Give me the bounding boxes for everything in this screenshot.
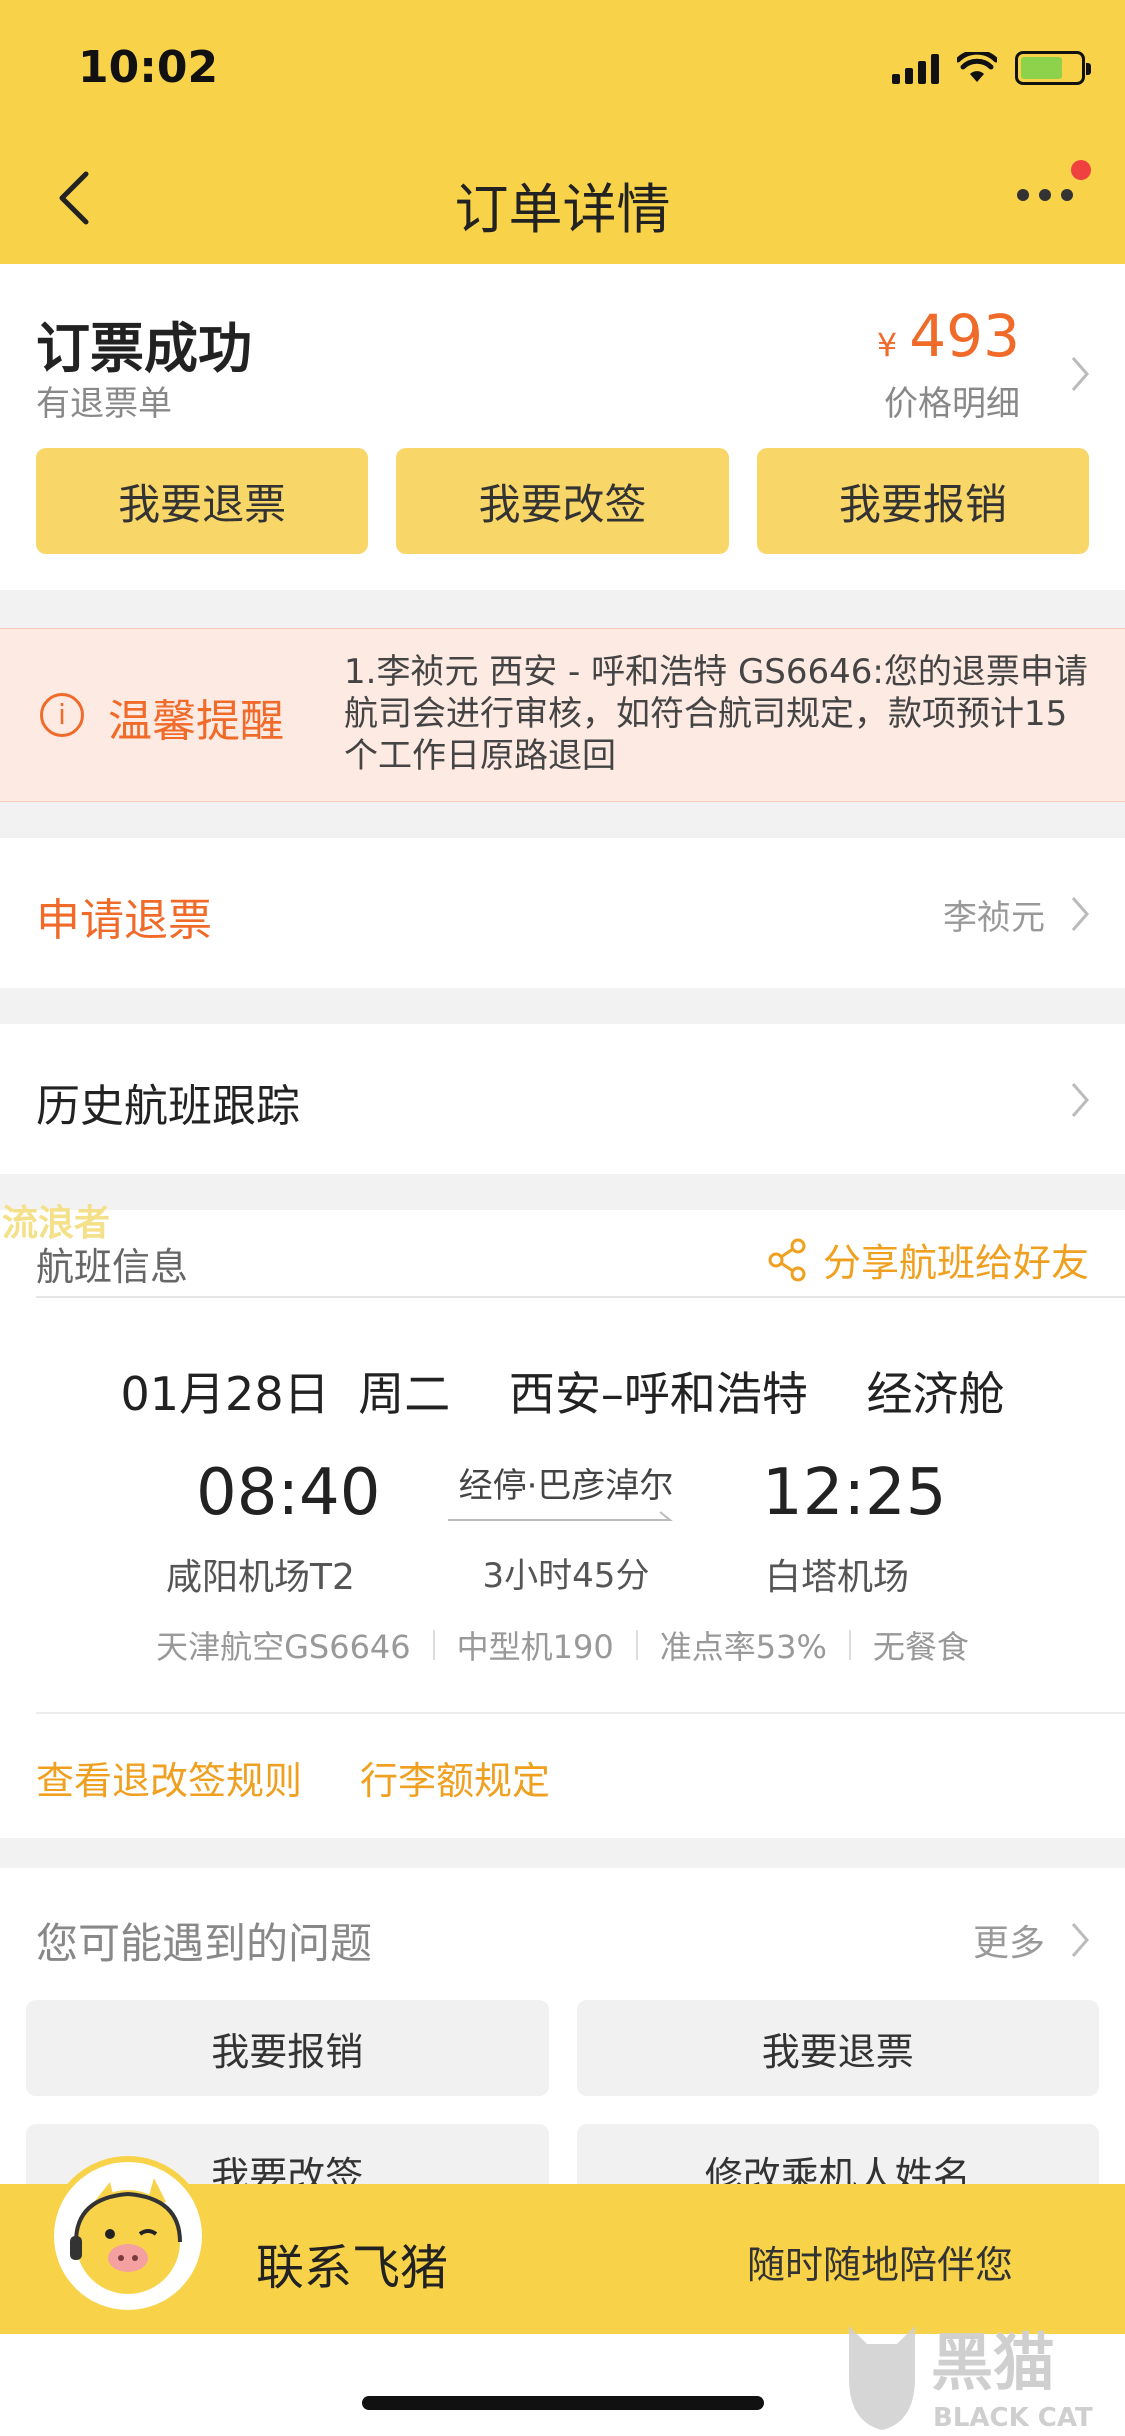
flight-duration: 3小时45分 [482,1556,650,1596]
flight-history-row[interactable]: 历史航班跟踪 [0,1024,1125,1174]
flight-weekday: 周二 [358,1367,451,1421]
arrival-airport: 白塔机场 [765,1557,910,1598]
flight-history-label: 历史航班跟踪 [36,1081,300,1132]
home-indicator[interactable] [362,2396,764,2410]
battery-icon [1015,51,1091,85]
cellular-signal-icon [892,52,939,84]
page-title: 订单详情 [454,178,671,241]
status-time: 10:02 [78,42,219,93]
departure-airport: 咸阳机场T2 [166,1557,355,1598]
passenger-name: 李祯元 [943,898,1045,938]
divider [36,1296,1125,1298]
separator [432,1630,435,1660]
contact-fliggy-bar[interactable]: 联系飞猪 随时随地陪伴您 [0,2156,1125,2334]
stopover-label: 经停·巴彦淖尔 [458,1466,674,1506]
reminder-text: 1.李祯元 西安 - 呼和浩特 GS6646:您的退票申请航司会进行审核，如符合… [344,652,1088,776]
info-icon: i [40,693,84,737]
chevron-right-icon[interactable] [1069,354,1091,394]
refund-button[interactable]: 我要退票 [36,448,369,554]
faq-refund-button[interactable]: 我要退票 [576,2000,1099,2096]
price-detail-link[interactable]: 价格明细 [884,376,1020,425]
currency-symbol: ¥ [876,326,898,364]
flight-meta: 天津航空GS6646 中型机190 准点率53% 无餐食 [0,1622,1125,1668]
order-price[interactable]: ¥493 [877,302,1020,370]
route-arrow-icon [448,1511,673,1521]
order-status-card: 订票成功 有退票单 ¥493 价格明细 我要退票 我要改签 我要报销 [0,264,1125,590]
refund-change-rules-link[interactable]: 查看退改签规则 [36,1750,302,1805]
reminder-title: 温馨提醒 [108,696,284,747]
wifi-icon [957,52,997,82]
svg-text:BLACK CAT: BLACK CAT [933,2403,1093,2433]
notification-dot [1071,160,1091,180]
contact-title: 联系飞猪 [256,2240,449,2296]
meal-info: 无餐食 [872,1628,969,1666]
arrival-time: 12:25 [762,1456,947,1530]
on-time-rate: 准点率53% [659,1628,827,1666]
order-status: 订票成功 [36,317,252,380]
chevron-right-icon [1071,1083,1089,1117]
flight-cabin: 经济舱 [866,1367,1005,1421]
flight-route: 西安–呼和浩特 [508,1367,808,1421]
order-sub-status: 有退票单 [36,384,172,424]
svg-text:黑猫: 黑猫 [931,2326,1055,2399]
header-bar: 10:02 订单详情 [0,0,1125,264]
airline-flight-number: 天津航空GS6646 [156,1628,411,1666]
apply-refund-label: 申请退票 [36,895,212,946]
chevron-right-icon[interactable] [1069,1920,1091,1960]
separator [635,1630,638,1660]
price-value: 493 [909,302,1020,370]
reimbursement-button[interactable]: 我要报销 [756,448,1089,554]
status-icons [892,48,1091,88]
change-ticket-button[interactable]: 我要改签 [396,448,729,554]
aircraft-type: 中型机190 [456,1628,614,1666]
chevron-right-icon [1071,897,1089,931]
faq-reimburse-button[interactable]: 我要报销 [26,2000,549,2096]
contact-subtitle: 随时随地陪伴您 [746,2243,1013,2287]
black-cat-logo: 黑猫 BLACK CAT [849,2326,1093,2433]
separator [848,1630,851,1660]
departure-time: 08:40 [196,1456,381,1530]
flight-summary: 01月28日 周二 西安–呼和浩特 经济舱 [0,1358,1125,1424]
fliggy-mascot-avatar [48,2156,208,2316]
flight-section-label: 航班信息 [36,1245,189,1289]
more-options-icon[interactable] [1015,180,1075,210]
flight-info-card: 流浪者 航班信息 分享航班给好友 01月28日 周二 西安–呼和浩特 经济舱 0… [0,1203,1125,1838]
share-flight-button[interactable]: 分享航班给好友 [767,1232,1089,1287]
share-flight-label: 分享航班给好友 [822,1241,1089,1285]
divider [36,1712,1125,1714]
faq-title: 您可能遇到的问题 [36,1919,373,1968]
reminder-banner: i 温馨提醒 1.李祯元 西安 - 呼和浩特 GS6646:您的退票申请航司会进… [0,628,1125,802]
apply-refund-row[interactable]: 申请退票 李祯元 [0,838,1125,988]
flight-date: 01月28日 [120,1367,330,1421]
mascot-icon [70,2178,182,2294]
faq-more-link[interactable]: 更多 [973,1914,1045,1966]
baggage-rules-link[interactable]: 行李额规定 [360,1750,550,1805]
share-icon [768,1238,806,1281]
